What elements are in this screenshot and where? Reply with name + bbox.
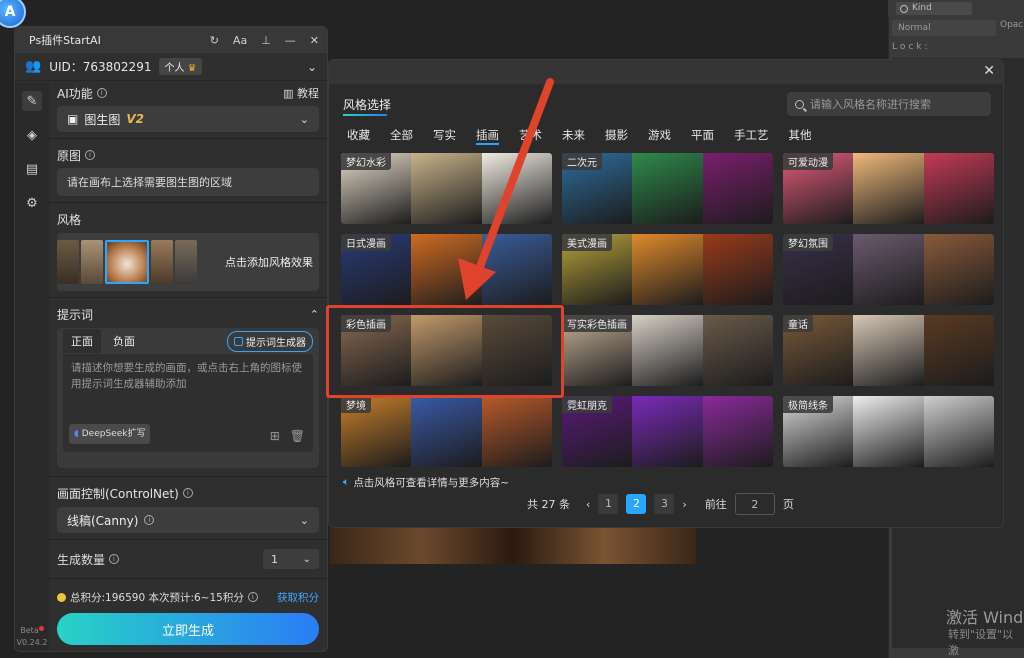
red-arrow-annotation: [458, 78, 554, 300]
